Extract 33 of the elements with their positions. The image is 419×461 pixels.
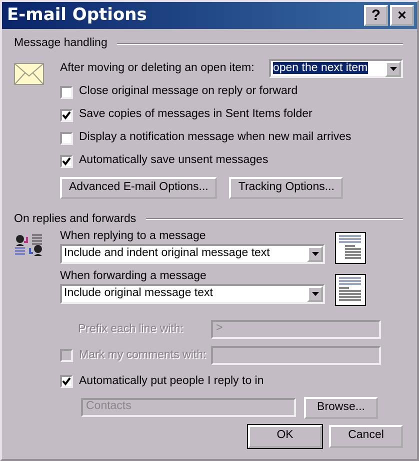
checkbox-label: Close original message on reply or forward (79, 85, 298, 100)
field-label: When replying to a message (60, 230, 207, 244)
checkbox-label: Mark my comments with: (79, 349, 208, 363)
checkbox[interactable] (60, 132, 73, 145)
option-button[interactable]: Tracking Options... (229, 176, 344, 199)
checkbox-label: Automatically put people I reply to in (79, 374, 264, 388)
preview-icon (335, 274, 366, 306)
dropdown[interactable]: Include and indent original message text (60, 244, 325, 264)
dropdown[interactable]: Include original message text (60, 284, 325, 304)
preview-icon (335, 232, 366, 264)
browse-button[interactable]: Browse... (304, 396, 378, 419)
field-label: Prefix each line with: (78, 323, 184, 337)
cancel-button[interactable]: Cancel (329, 424, 403, 448)
checkbox-label: Save copies of messages in Sent Items folder (79, 108, 312, 122)
dropdown[interactable]: open the next item (269, 59, 403, 78)
window-title: E-mail Options (7, 5, 148, 26)
checkbox-label: Display a notification message when new mail arrives (79, 131, 352, 146)
checkbox[interactable] (60, 108, 73, 122)
envelope-icon (14, 62, 44, 85)
input-field[interactable] (211, 346, 381, 366)
section-heading: Message handling (14, 37, 108, 51)
field-label: When forwarding a message (60, 270, 208, 284)
section-heading: On replies and forwards (14, 212, 136, 226)
checkbox[interactable] (60, 86, 73, 99)
checkbox[interactable] (60, 374, 73, 388)
ok-button[interactable]: OK (248, 424, 322, 448)
help-button[interactable]: ? (364, 5, 388, 26)
field-label: After moving or deleting an open item: (60, 62, 254, 76)
checkbox[interactable] (60, 154, 73, 168)
reply-forward-icon (14, 234, 44, 258)
option-button[interactable]: Advanced E-mail Options... (60, 176, 218, 199)
close-button[interactable]: × (390, 5, 414, 26)
checkbox-label: Automatically save unsent messages (79, 154, 268, 168)
